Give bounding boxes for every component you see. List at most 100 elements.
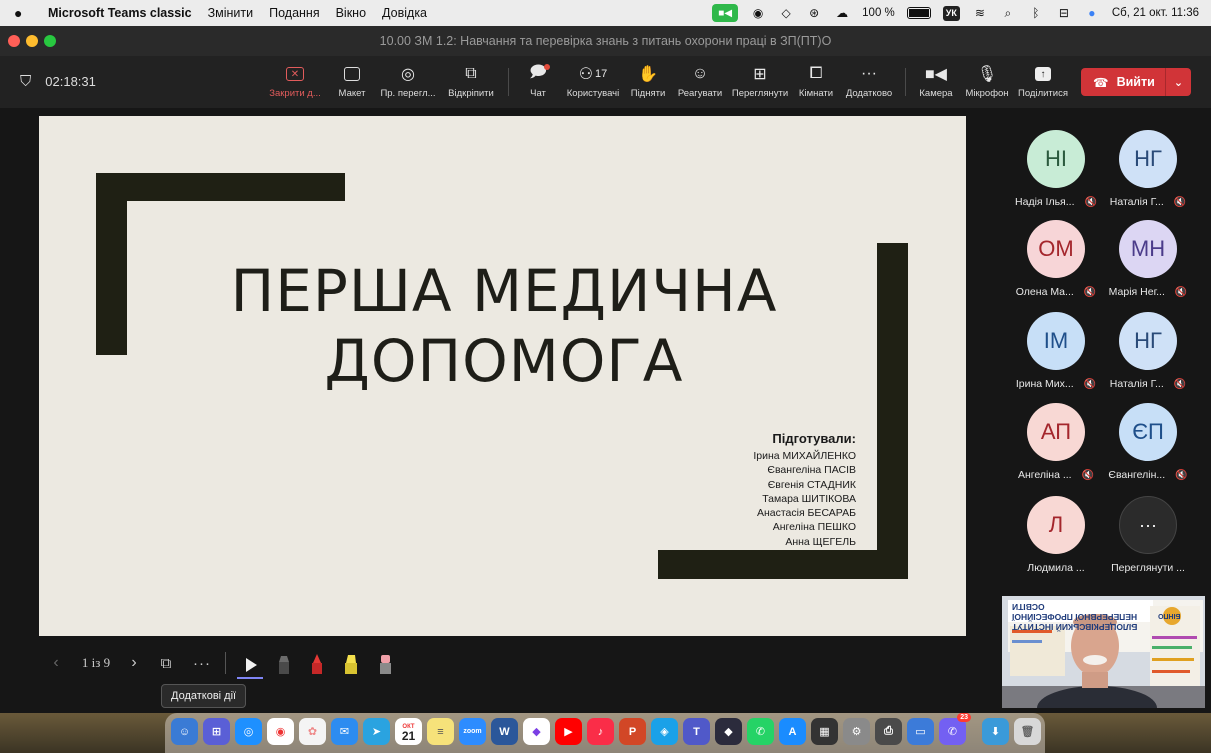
calendar-icon[interactable]: ОКТ 21 — [395, 718, 422, 745]
app-store-icon[interactable]: A — [779, 718, 806, 745]
share-button[interactable]: ↑ Поділитися — [1011, 64, 1075, 99]
chrome-icon[interactable]: ◉ — [267, 718, 294, 745]
slide-authors: Підготували: Ірина МИХАЙЛЕНКО Євангеліна… — [753, 430, 856, 549]
zoom-icon[interactable]: zoom — [459, 718, 486, 745]
author-name: Євгенія СТАДНИК — [767, 478, 856, 491]
apple-menu-icon[interactable]: ● — [14, 5, 36, 21]
zoom-window-button[interactable] — [44, 35, 56, 47]
participant-name: Наталія Г... — [1109, 196, 1164, 208]
stop-sharing-button[interactable]: ✕ Закрити д... — [263, 64, 327, 99]
camera-status-icon[interactable]: ■◀ — [712, 4, 739, 22]
avatar: ІМ — [1027, 312, 1085, 370]
avatar: МН — [1119, 220, 1177, 278]
people-count: 17 — [595, 68, 608, 80]
menu-window[interactable]: Вікно — [336, 6, 366, 20]
view-button[interactable]: ⊞ Переглянути — [728, 64, 792, 99]
avatar: НІ — [1027, 130, 1085, 188]
meeting-toolbar: ⛉ 02:18:31 ✕ Закрити д... Макет ◎ Пр. пе… — [0, 56, 1211, 108]
app-icon[interactable]: ◆ — [523, 718, 550, 745]
participant-tile[interactable]: АП Ангеліна ... 🔇 — [1011, 403, 1101, 481]
participant-tile[interactable]: НГ Наталія Г... 🔇 — [1103, 130, 1193, 208]
finder-icon[interactable]: ☺ — [171, 718, 198, 745]
safari-icon[interactable]: ◎ — [235, 718, 262, 745]
minimize-window-button[interactable] — [26, 35, 38, 47]
leave-button[interactable]: ☎ Вийти ⌄ — [1081, 68, 1191, 96]
system-settings-icon[interactable]: ⚙ — [843, 718, 870, 745]
stop-share-icon: ✕ — [286, 64, 304, 84]
slide-sorter-icon[interactable]: ⧉ — [154, 648, 178, 678]
participant-tile[interactable]: ІМ Ірина Мих... 🔇 — [1011, 312, 1101, 390]
printer-icon[interactable]: ⎙ — [875, 718, 902, 745]
cloud-icon[interactable]: ☁ — [834, 5, 850, 21]
battery-icon[interactable] — [906, 7, 931, 19]
siri-icon[interactable]: ● — [1084, 5, 1100, 21]
view-all-participants-button[interactable]: ··· Переглянути ... — [1103, 496, 1193, 574]
participant-tile[interactable]: ЄП Євангелін... 🔇 — [1103, 403, 1193, 481]
whatsapp-icon[interactable]: ✆ — [747, 718, 774, 745]
slide-bracket-bottom — [658, 550, 908, 579]
music-icon[interactable]: ♪ — [587, 718, 614, 745]
self-video-preview[interactable]: БІЛОЦЕРКІВСЬКИЙ ІНСТИТУТ НЕПЕРЕРВНОЇ ПРО… — [1002, 596, 1205, 708]
notes-icon[interactable]: ≡ — [427, 718, 454, 745]
microphone-button[interactable]: 🎙 Мікрофон — [955, 64, 1019, 99]
previous-slide-button[interactable]: ‹ — [46, 648, 66, 678]
presenter-view-button[interactable]: ◎ Пр. перегл... — [376, 64, 440, 99]
word-icon[interactable]: W — [491, 718, 518, 745]
pointer-tool-icon[interactable] — [242, 652, 260, 676]
menu-help[interactable]: Довідка — [382, 6, 427, 20]
participant-name: Євангелін... — [1108, 469, 1166, 481]
menu-edit[interactable]: Змінити — [208, 6, 254, 20]
shield-icon[interactable]: ◇ — [778, 5, 794, 21]
more-actions-button[interactable]: ··· — [190, 648, 214, 678]
author-name: Ангеліна ПЕШКО — [772, 521, 856, 534]
mic-muted-icon: 🔇 — [1081, 469, 1095, 481]
viber-icon[interactable]: ✆ 23 — [939, 713, 971, 745]
pop-out-icon: ⧉ — [465, 65, 477, 82]
control-center-icon[interactable]: ⊟ — [1056, 5, 1072, 21]
participant-tile[interactable]: НІ Надія Ілья... 🔇 — [1011, 130, 1101, 208]
photos-icon[interactable]: ✿ — [299, 718, 326, 745]
close-window-button[interactable] — [8, 35, 20, 47]
participant-name: Олена Ма... — [1015, 286, 1074, 298]
launchpad-icon[interactable]: ⊞ — [203, 718, 230, 745]
eraser-icon[interactable] — [376, 652, 394, 676]
highlighter-icon[interactable] — [342, 652, 360, 676]
menu-view[interactable]: Подання — [269, 6, 319, 20]
input-source-indicator[interactable]: УК — [942, 5, 960, 21]
trash-icon[interactable]: 🗑 — [1014, 718, 1041, 745]
participant-name: Марія Нег... — [1108, 286, 1165, 298]
participant-tile[interactable]: МН Марія Нег... 🔇 — [1103, 220, 1193, 298]
bluetooth-icon[interactable]: ᛒ — [1028, 5, 1044, 21]
red-pen-icon[interactable] — [308, 652, 326, 676]
author-name: Анна ЩЕГЕЛЬ — [785, 535, 856, 548]
spotlight-search-icon[interactable]: ⌕ — [1000, 5, 1016, 21]
calculator-icon[interactable]: ▦ — [811, 718, 838, 745]
pen-tool-icon[interactable] — [275, 652, 293, 676]
pop-out-button[interactable]: ⧉ Відкріпити — [439, 64, 503, 99]
participant-tile[interactable]: НГ Наталія Г... 🔇 — [1103, 312, 1193, 390]
participant-tile[interactable]: ОМ Олена Ма... 🔇 — [1011, 220, 1101, 298]
app-menu-name[interactable]: Microsoft Teams classic — [48, 6, 192, 20]
participant-tile[interactable]: Л Людмила ... — [1011, 496, 1101, 574]
wifi-icon[interactable]: ≋ — [972, 5, 988, 21]
app-icon[interactable]: ◈ — [651, 718, 678, 745]
teams-icon[interactable]: T — [683, 718, 710, 745]
downloads-folder-icon[interactable]: ⬇ — [982, 718, 1009, 745]
more-button[interactable]: ··· Додатково — [837, 64, 901, 99]
vpn-icon[interactable]: ◉ — [750, 5, 766, 21]
app-icon[interactable]: ◆ — [715, 718, 742, 745]
mail-icon[interactable]: ✉ — [331, 718, 358, 745]
chevron-down-icon[interactable]: ⌄ — [1166, 76, 1191, 89]
react-button[interactable]: ☺ Реагувати — [668, 64, 732, 99]
participant-name: Ірина Мих... — [1015, 378, 1074, 390]
more-icon: ··· — [861, 65, 877, 82]
menubar-clock[interactable]: Сб, 21 окт. 11:36 — [1112, 7, 1199, 19]
next-slide-button[interactable]: › — [124, 648, 144, 678]
sync-icon[interactable]: ⊛ — [806, 5, 822, 21]
powerpoint-icon[interactable]: P — [619, 718, 646, 745]
telegram-icon[interactable]: ➤ — [363, 718, 390, 745]
youtube-icon[interactable]: ▶ — [555, 718, 582, 745]
preview-icon[interactable]: ▭ — [907, 718, 934, 745]
banner-logo: БІНПО — [1158, 612, 1181, 619]
layout-button[interactable]: Макет — [320, 64, 384, 99]
